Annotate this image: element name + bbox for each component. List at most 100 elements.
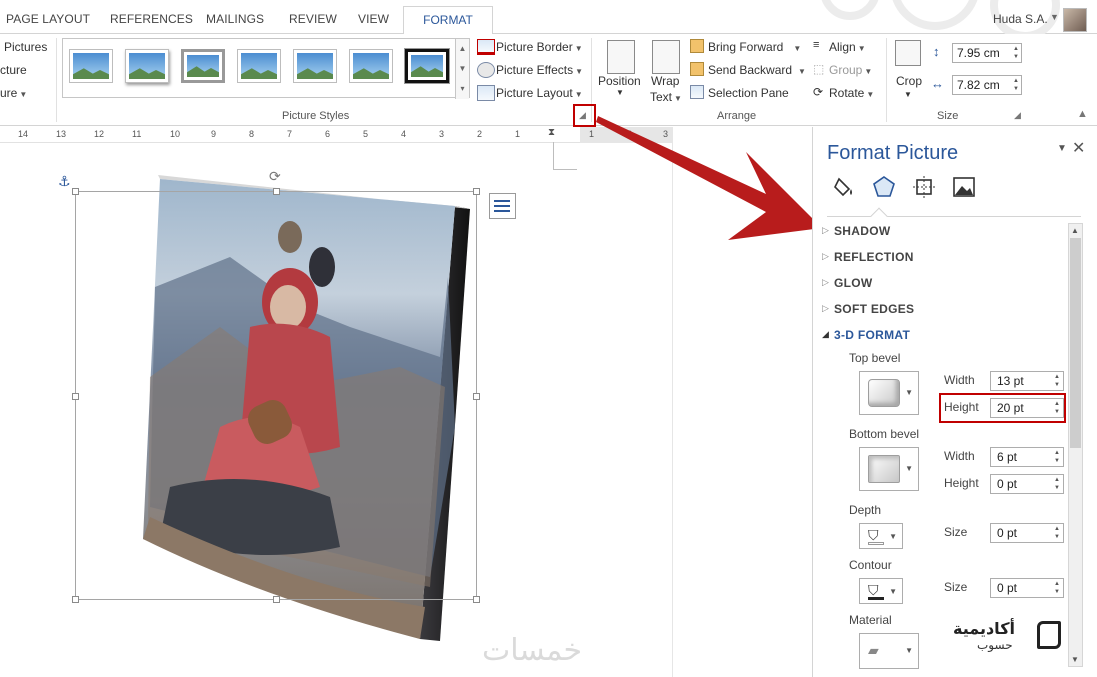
picture-style-option[interactable]: [404, 48, 450, 84]
resize-handle[interactable]: [72, 596, 79, 603]
picture-style-option[interactable]: [125, 49, 169, 83]
wrap-text-button-line2[interactable]: Text ▼: [650, 90, 682, 104]
depth-label: Depth: [849, 503, 882, 517]
align-icon: ≡: [813, 39, 820, 51]
top-bevel-width-input[interactable]: 13 pt ▲ ▼: [990, 371, 1064, 391]
logo-text: أكاديمية: [953, 621, 1015, 638]
shape-width-input[interactable]: 7.82 cm ▲ ▼: [952, 75, 1022, 95]
ribbon-tab-bar: PAGE LAYOUT REFERENCES MAILINGS REVIEW V…: [0, 0, 1097, 35]
pictures-command[interactable]: Pictures: [4, 40, 47, 54]
group-button[interactable]: Group ▼: [829, 63, 872, 77]
resize-handle[interactable]: [72, 188, 79, 195]
picture-style-option[interactable]: [181, 49, 225, 83]
bottom-bevel-label: Bottom bevel: [849, 427, 920, 441]
picture-border-button[interactable]: Picture Border ▼: [496, 40, 583, 54]
highlight-box-height: [939, 393, 1066, 423]
tab-mailings[interactable]: MAILINGS: [206, 12, 264, 26]
picture-command-partial[interactable]: cture: [0, 63, 27, 77]
collapse-ribbon-icon[interactable]: ▲: [1077, 108, 1088, 120]
picture-border-icon: [477, 39, 495, 55]
picture-icon[interactable]: [952, 175, 976, 199]
selection-pane-icon: [690, 85, 704, 99]
close-icon[interactable]: ✕: [1072, 138, 1085, 158]
align-button[interactable]: Align ▼: [829, 40, 866, 54]
crop-button[interactable]: Crop: [896, 74, 922, 88]
send-backward-button[interactable]: Send Backward ▼: [708, 63, 806, 77]
picture-style-option[interactable]: [293, 49, 337, 83]
logo-subtext: حسوب: [977, 638, 1013, 652]
section-3d-format[interactable]: ◢ 3-D FORMAT: [822, 328, 910, 342]
bottom-bevel-width-input[interactable]: 6 pt ▲ ▼: [990, 447, 1064, 467]
tab-review[interactable]: REVIEW: [289, 12, 337, 26]
picture-layout-button[interactable]: Picture Layout ▼: [496, 86, 583, 100]
scroll-up-icon[interactable]: ▲: [1071, 226, 1079, 235]
section-reflection[interactable]: ▷ REFLECTION: [822, 250, 914, 264]
material-picker[interactable]: ▰ ▼: [859, 633, 919, 669]
picture-command-partial[interactable]: ure ▼: [0, 86, 27, 100]
section-shadow[interactable]: ▷ SHADOW: [822, 224, 890, 238]
section-soft-edges[interactable]: ▷ SOFT EDGES: [822, 302, 914, 316]
shape-height-input[interactable]: 7.95 cm ▲ ▼: [952, 43, 1022, 63]
fill-line-icon[interactable]: [833, 175, 857, 199]
pane-title: Format Picture: [827, 142, 959, 164]
user-name[interactable]: Huda S.A.: [993, 12, 1048, 26]
group-label-size: Size: [937, 110, 959, 122]
effects-icon[interactable]: [872, 175, 896, 199]
wrap-text-button[interactable]: Wrap: [651, 74, 679, 88]
chevron-down-icon: ▼: [616, 88, 624, 97]
resize-handle[interactable]: [72, 393, 79, 400]
size-dialog-launcher-icon[interactable]: ◢: [1014, 110, 1021, 121]
resize-handle[interactable]: [273, 188, 280, 195]
gallery-scroll-down[interactable]: ▼: [455, 59, 469, 79]
gallery-scroll-up[interactable]: ▲: [455, 39, 469, 59]
bottom-bevel-picker[interactable]: ▼: [859, 447, 919, 491]
contour-size-input[interactable]: 0 pt ▲ ▼: [990, 578, 1064, 598]
picture-style-option[interactable]: [349, 49, 393, 83]
contour-size-label: Size: [944, 580, 968, 594]
bring-forward-button[interactable]: Bring Forward ▼: [708, 40, 801, 54]
group-label-picture-styles: Picture Styles: [282, 110, 350, 122]
picture-style-option[interactable]: [69, 49, 113, 83]
picture-selection-frame[interactable]: [72, 188, 480, 603]
top-bevel-picker[interactable]: ▼: [859, 371, 919, 415]
chevron-down-icon[interactable]: ▼: [1050, 12, 1059, 22]
anchor-icon[interactable]: ⚓: [58, 173, 71, 190]
crop-icon: [895, 40, 921, 66]
bottom-bevel-width-label: Width: [944, 449, 975, 463]
picture-effects-button[interactable]: Picture Effects ▼: [496, 63, 583, 77]
resize-handle[interactable]: [273, 596, 280, 603]
scroll-down-icon[interactable]: ▼: [1071, 655, 1079, 664]
selection-pane-button[interactable]: Selection Pane: [708, 86, 789, 100]
gallery-more[interactable]: ▾: [455, 79, 469, 99]
rotate-handle-icon[interactable]: ⟳: [269, 168, 281, 185]
bottom-bevel-height-label: Height: [944, 476, 979, 490]
top-bevel-width-label: Width: [944, 373, 975, 387]
tab-format[interactable]: FORMAT: [403, 6, 493, 35]
resize-handle[interactable]: [473, 596, 480, 603]
depth-size-input[interactable]: 0 pt ▲ ▼: [990, 523, 1064, 543]
position-button[interactable]: Position: [598, 74, 641, 88]
pane-scrollbar[interactable]: ▲ ▼: [1068, 223, 1083, 667]
send-backward-icon: [690, 62, 704, 76]
picture-styles-gallery: ▲ ▼ ▾: [62, 38, 470, 99]
shape-height-icon: ↕: [933, 44, 940, 59]
section-glow[interactable]: ▷ GLOW: [822, 276, 873, 290]
ribbon: Pictures cture ure ▼ ▲ ▼ ▾ Picture Border…: [0, 34, 1097, 126]
depth-color-picker[interactable]: ⛉ ▼: [859, 523, 903, 549]
tab-view[interactable]: VIEW: [358, 12, 389, 26]
resize-handle[interactable]: [473, 393, 480, 400]
avatar[interactable]: [1063, 8, 1087, 32]
picture-style-option[interactable]: [237, 49, 281, 83]
wrap-text-icon: [652, 40, 680, 74]
bottom-bevel-height-input[interactable]: 0 pt ▲ ▼: [990, 474, 1064, 494]
scroll-thumb[interactable]: [1070, 238, 1081, 448]
layout-properties-icon[interactable]: [912, 175, 936, 199]
layout-options-button[interactable]: [489, 193, 516, 219]
tab-page-layout[interactable]: PAGE LAYOUT: [6, 12, 90, 26]
pane-options-icon[interactable]: ▼: [1057, 143, 1067, 154]
resize-handle[interactable]: [473, 188, 480, 195]
material-label: Material: [849, 613, 892, 627]
rotate-button[interactable]: Rotate ▼: [829, 86, 874, 100]
tab-references[interactable]: REFERENCES: [110, 12, 193, 26]
contour-color-picker[interactable]: ⛉ ▼: [859, 578, 903, 604]
